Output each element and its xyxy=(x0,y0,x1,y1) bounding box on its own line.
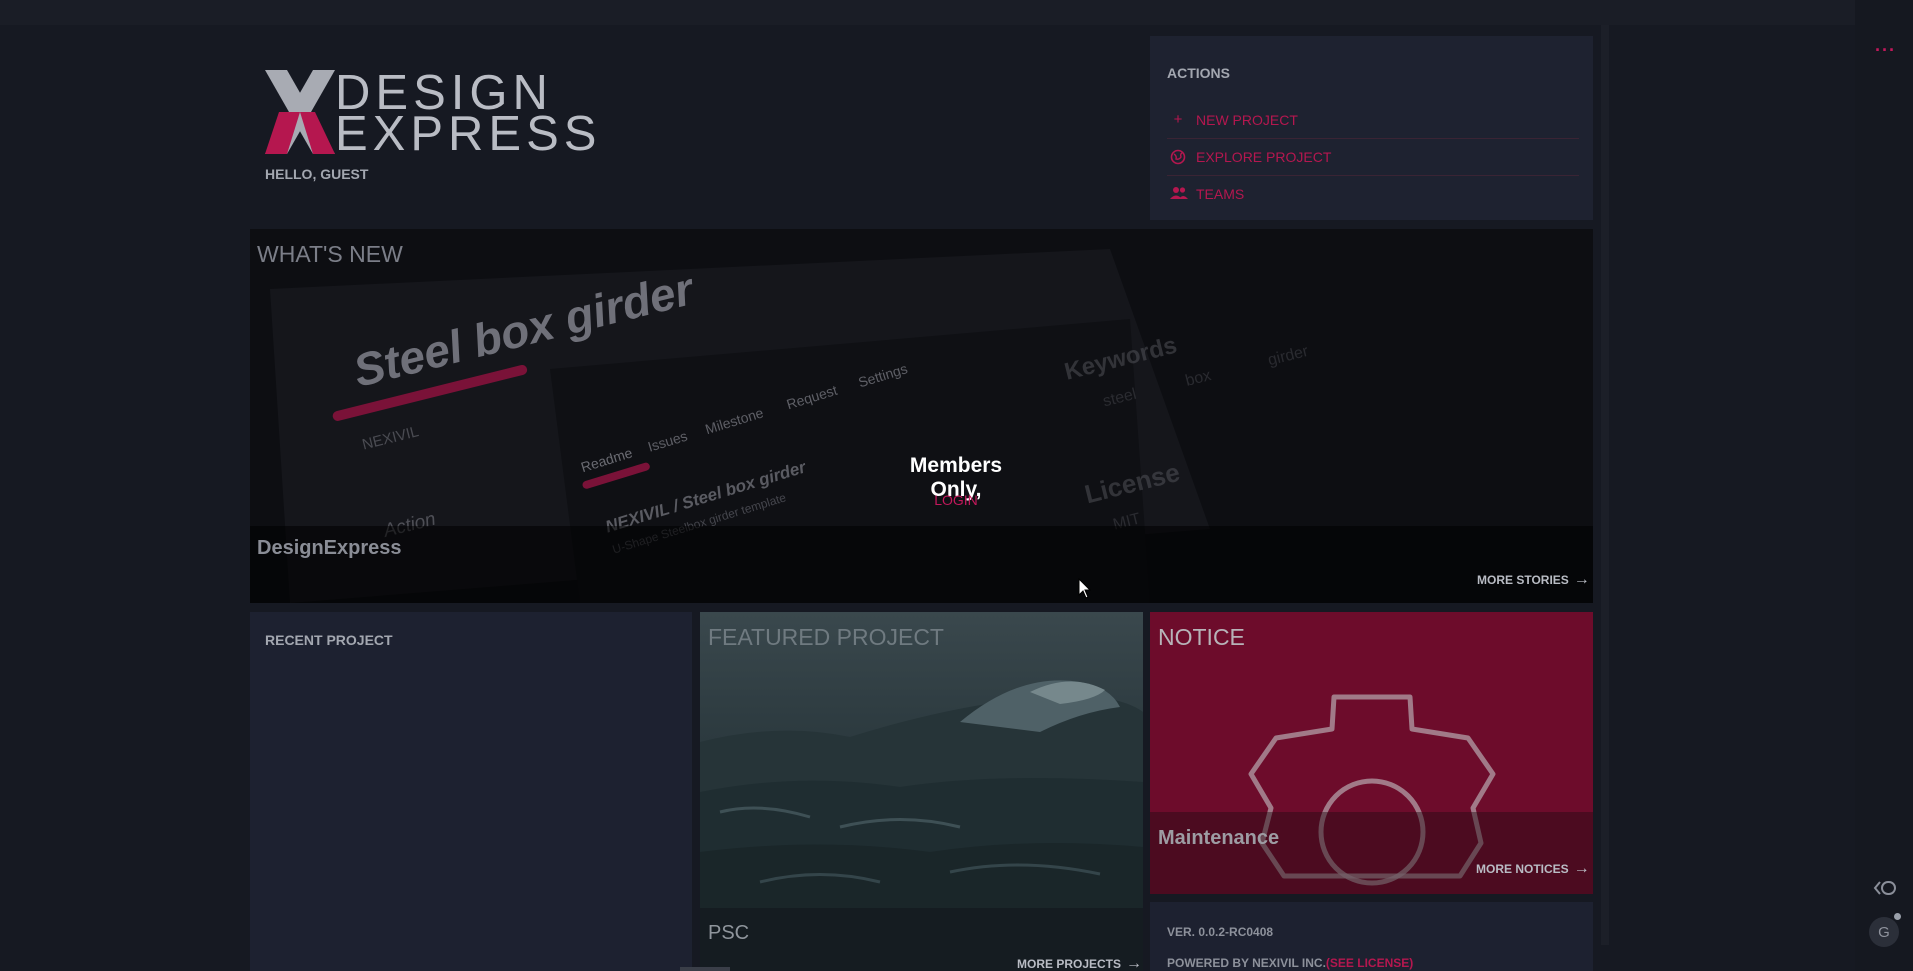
arrow-right-icon: → xyxy=(1573,571,1590,588)
powered-by-label: POWERED BY NEXIVIL INC. xyxy=(1167,956,1326,970)
people-icon xyxy=(1170,186,1188,202)
notice-caption: Maintenance xyxy=(1158,827,1280,849)
more-projects-link[interactable]: MORE PROJECTS → xyxy=(1017,955,1143,971)
right-rail xyxy=(1855,0,1913,971)
more-stories-label: MORE STORIES xyxy=(1477,573,1569,587)
notice-panel[interactable]: NOTICE Maintenance MORE NOTICES → xyxy=(1150,612,1593,894)
new-project-button[interactable]: + NEW PROJECT xyxy=(1167,102,1579,139)
avatar-letter: G xyxy=(1878,923,1890,941)
logo[interactable]: DESIGN EXPRESS xyxy=(265,69,596,159)
collapse-icon-graphic xyxy=(1873,881,1896,895)
mouse-cursor-icon xyxy=(1078,577,1092,605)
explore-project-label: EXPLORE PROJECT xyxy=(1196,149,1332,165)
featured-project-panel[interactable]: FEATURED PROJECT PSC MORE PROJECTS → xyxy=(700,612,1143,971)
recent-project-title: RECENT PROJECT xyxy=(265,632,393,648)
login-link[interactable]: LOGIN xyxy=(884,492,1028,508)
recent-project-panel: RECENT PROJECT xyxy=(250,612,692,971)
explore-project-button[interactable]: EXPLORE PROJECT xyxy=(1167,139,1579,176)
actions-title: ACTIONS xyxy=(1167,65,1230,81)
whats-new-panel[interactable]: Steel box girder NEXIVIL Action Readme I… xyxy=(250,229,1593,603)
featured-project-title: FEATURED PROJECT xyxy=(708,624,944,650)
whats-new-caption: DesignExpress xyxy=(257,537,402,559)
featured-project-caption: PSC xyxy=(708,922,750,944)
whats-new-caption-band xyxy=(250,526,1593,603)
more-projects-label: MORE PROJECTS xyxy=(1017,957,1122,971)
version-panel: VER. 0.0.2-RC0408 POWERED BY NEXIVIL INC… xyxy=(1150,902,1593,971)
powered-by-text: POWERED BY NEXIVIL INC.(SEE LICENSE) xyxy=(1167,956,1413,970)
collapse-icon[interactable] xyxy=(1872,878,1898,898)
logo-word-express: EXPRESS xyxy=(335,107,602,161)
plus-icon: + xyxy=(1173,111,1183,128)
top-bar xyxy=(0,0,1913,25)
more-notices-link[interactable]: MORE NOTICES → xyxy=(1476,860,1590,877)
teams-label: TEAMS xyxy=(1196,186,1245,202)
new-project-label: NEW PROJECT xyxy=(1196,112,1298,128)
arrow-right-icon: → xyxy=(1126,955,1143,971)
more-stories-link[interactable]: MORE STORIES → xyxy=(1477,571,1590,588)
actions-panel: ACTIONS + NEW PROJECT EXPLORE PROJECT TE… xyxy=(1150,36,1593,220)
status-dot xyxy=(1894,913,1901,920)
version-text: VER. 0.0.2-RC0408 xyxy=(1167,925,1274,939)
whats-new-title: WHAT'S NEW xyxy=(257,241,403,267)
greeting: HELLO, GUEST xyxy=(265,166,369,182)
see-license-link[interactable]: (SEE LICENSE) xyxy=(1326,956,1413,970)
horizontal-scrollbar[interactable] xyxy=(680,967,730,971)
teams-button[interactable]: TEAMS xyxy=(1167,176,1579,212)
globe-icon xyxy=(1170,149,1186,165)
notice-caption-band xyxy=(1150,812,1593,894)
more-icon[interactable]: ··· xyxy=(1875,40,1896,61)
more-notices-label: MORE NOTICES xyxy=(1476,862,1569,876)
notice-title: NOTICE xyxy=(1158,624,1245,650)
logo-x-mark xyxy=(265,70,335,154)
avatar[interactable]: G xyxy=(1869,917,1899,947)
arrow-right-icon: → xyxy=(1573,860,1590,877)
content-scrollbar[interactable] xyxy=(1601,25,1609,945)
